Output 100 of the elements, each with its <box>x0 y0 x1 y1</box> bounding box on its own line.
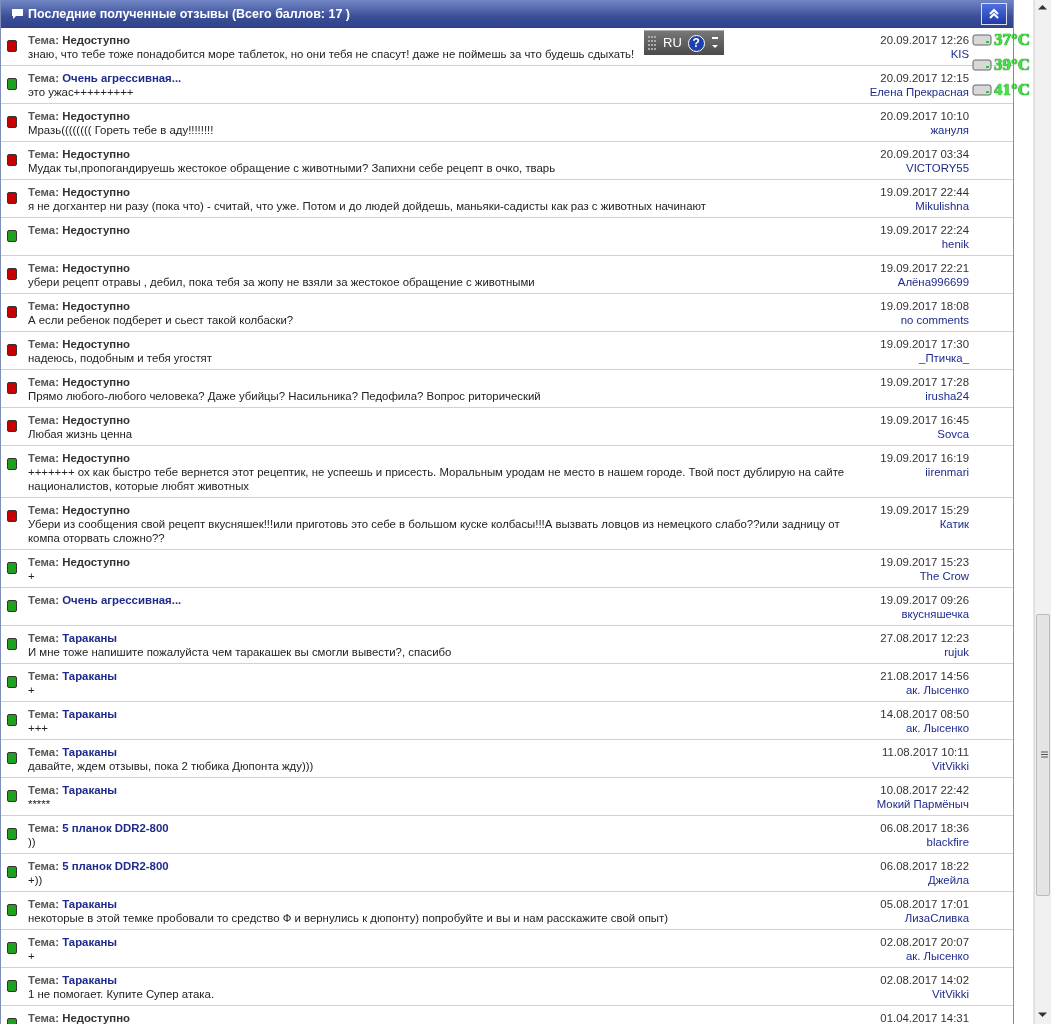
author-link[interactable]: Mikulishna <box>915 200 969 212</box>
author-link[interactable]: ак. Лысенко <box>905 722 969 734</box>
topic-text: Недоступно <box>62 34 130 46</box>
review-date: 19.09.2017 15:29 <box>879 503 969 517</box>
topic-link[interactable]: Тараканы <box>62 632 118 644</box>
author-link[interactable]: VICTORY55 <box>906 162 969 174</box>
topic-link[interactable]: Тараканы <box>62 670 118 682</box>
topic-label: Тема: <box>28 34 59 46</box>
review-message: А если ребенок подберет и сьест такой колбаски? <box>28 313 295 327</box>
topic-text: Недоступно <box>62 224 130 236</box>
topic-link[interactable]: Тараканы <box>62 974 118 986</box>
review-message: это ужас+++++++++ <box>28 85 135 99</box>
author-link[interactable]: no comments <box>900 314 969 326</box>
topic-text: Недоступно <box>62 300 130 312</box>
topic-label: Тема: <box>28 300 59 312</box>
topic-text: Недоступно <box>62 338 130 350</box>
review-date: 19.09.2017 22:24 <box>879 223 969 237</box>
author-link[interactable]: Катик <box>939 518 969 530</box>
topic-label: Тема: <box>28 860 59 872</box>
topic-link[interactable]: Тараканы <box>62 936 118 948</box>
review-message: ***** <box>28 797 52 811</box>
review-message: я не догхантер ни разу (пока что) - считай, что уже. Потом и до людей дойдешь, маньяки-садисты как раз с животных начинают <box>28 199 707 213</box>
scrollbar[interactable] <box>1034 0 1051 1024</box>
review-date: 19.09.2017 15:23 <box>879 555 969 569</box>
review-message: Убери из сообщения свой рецепт вкусняшек!!!или приготовь это себе в большом куске колбасы!!!А вызвать ловцов из немецкого слабо??или задницу от компа оторвать сложно?? <box>28 517 841 545</box>
author-link[interactable]: Мокий Пармёныч <box>876 798 969 810</box>
review-date: 05.08.2017 17:01 <box>879 897 969 911</box>
topic-text: Недоступно <box>62 148 130 160</box>
author-link[interactable]: iirenmari <box>925 466 969 478</box>
author-link[interactable]: rujuk <box>944 646 969 658</box>
hard-drive-icon <box>972 33 992 46</box>
review-message: Прямо любого-любого человека? Даже убийцы? Насильника? Педофила? Вопрос риторический <box>28 389 542 403</box>
hard-drive-icon <box>972 58 992 71</box>
author-link[interactable]: The Crow <box>919 570 969 582</box>
topic-label: Тема: <box>28 822 59 834</box>
review-date: 19.09.2017 16:45 <box>879 413 969 427</box>
review-message: )) <box>28 835 37 849</box>
review-date: 19.09.2017 22:44 <box>879 185 969 199</box>
topic-link[interactable]: Очень агрессивная... <box>62 594 182 606</box>
review-date: 14.08.2017 08:50 <box>879 707 969 721</box>
topic-text: Недоступно <box>62 556 130 568</box>
review-message: знаю, что тебе тоже понадобится море таблеток, но они тебя не спасут! даже не поймешь за что будешь сдыхать! <box>28 47 636 61</box>
topic-label: Тема: <box>28 784 59 796</box>
topic-link[interactable]: Тараканы <box>62 784 118 796</box>
author-link[interactable]: вкусняшечка <box>901 608 969 620</box>
topic-label: Тема: <box>28 670 59 682</box>
topic-label: Тема: <box>28 186 59 198</box>
topic-label: Тема: <box>28 708 59 720</box>
topic-label: Тема: <box>28 974 59 986</box>
topic-label: Тема: <box>28 504 59 516</box>
review-message: убери рецепт отравы , дебил, пока тебя за жопу не взяли за жестокое обращение с животными <box>28 275 536 289</box>
topic-link[interactable]: 5 планок DDR2-800 <box>62 822 169 834</box>
collapse-button[interactable] <box>981 3 1007 25</box>
topic-label: Тема: <box>28 72 59 84</box>
author-link[interactable]: VitVikki <box>932 760 969 772</box>
author-link[interactable]: Елена Прекрасная <box>869 86 969 98</box>
author-link[interactable]: Алёна996699 <box>897 276 969 288</box>
review-message: Любая жизнь ценна <box>28 427 134 441</box>
author-link[interactable]: ак. Лысенко <box>905 684 969 696</box>
topic-link[interactable]: Тараканы <box>62 746 118 758</box>
topic-label: Тема: <box>28 338 59 350</box>
author-link[interactable]: _Птичка_ <box>919 352 969 364</box>
topic-text: Недоступно <box>62 452 130 464</box>
author-link[interactable]: Джейла <box>928 874 969 886</box>
topic-label: Тема: <box>28 936 59 948</box>
author-link[interactable]: irusha24 <box>925 390 969 402</box>
topic-link[interactable]: Очень агрессивная... <box>62 72 182 84</box>
author-link[interactable]: VitVikki <box>932 988 969 1000</box>
topic-link[interactable]: Тараканы <box>62 898 118 910</box>
author-link[interactable]: ак. Лысенко <box>905 950 969 962</box>
hard-drive-icon <box>972 83 992 96</box>
author-link[interactable]: KIS <box>950 48 969 60</box>
scroll-thumb[interactable] <box>1036 614 1050 896</box>
minimize-icon[interactable] <box>710 36 719 50</box>
author-link[interactable]: ЛизаСливка <box>904 912 969 924</box>
scroll-up-icon[interactable] <box>1038 4 1047 10</box>
help-button[interactable]: ? <box>687 34 705 52</box>
author-link[interactable]: blackfire <box>926 836 969 848</box>
scroll-down-icon[interactable] <box>1038 1012 1047 1018</box>
topic-label: Тема: <box>28 556 59 568</box>
topic-link[interactable]: 5 планок DDR2-800 <box>62 860 169 872</box>
review-date: 19.09.2017 22:21 <box>879 261 969 275</box>
review-message: + <box>28 949 36 963</box>
topic-label: Тема: <box>28 414 59 426</box>
review-message: Мудак ты,пропогандируешь жестокое обращение с животными? Запихни себе рецепт в очко, тварь <box>28 161 557 175</box>
topic-text: Недоступно <box>62 1012 130 1024</box>
topic-text: Недоступно <box>62 504 130 516</box>
review-date: 19.09.2017 17:30 <box>879 337 969 351</box>
topic-label: Тема: <box>28 746 59 758</box>
review-date: 11.08.2017 10:11 <box>881 745 969 759</box>
topic-link[interactable]: Тараканы <box>62 708 118 720</box>
language-code: RU <box>663 36 682 50</box>
author-link[interactable]: henik <box>941 238 969 250</box>
review-message: +++ <box>28 721 49 735</box>
author-link[interactable]: Sovca <box>937 428 969 440</box>
author-link[interactable]: жануля <box>930 124 969 136</box>
topic-text: Недоступно <box>62 376 130 388</box>
language-bar[interactable]: RU ? <box>644 30 724 55</box>
review-message: +)) <box>28 873 44 887</box>
topic-label: Тема: <box>28 376 59 388</box>
